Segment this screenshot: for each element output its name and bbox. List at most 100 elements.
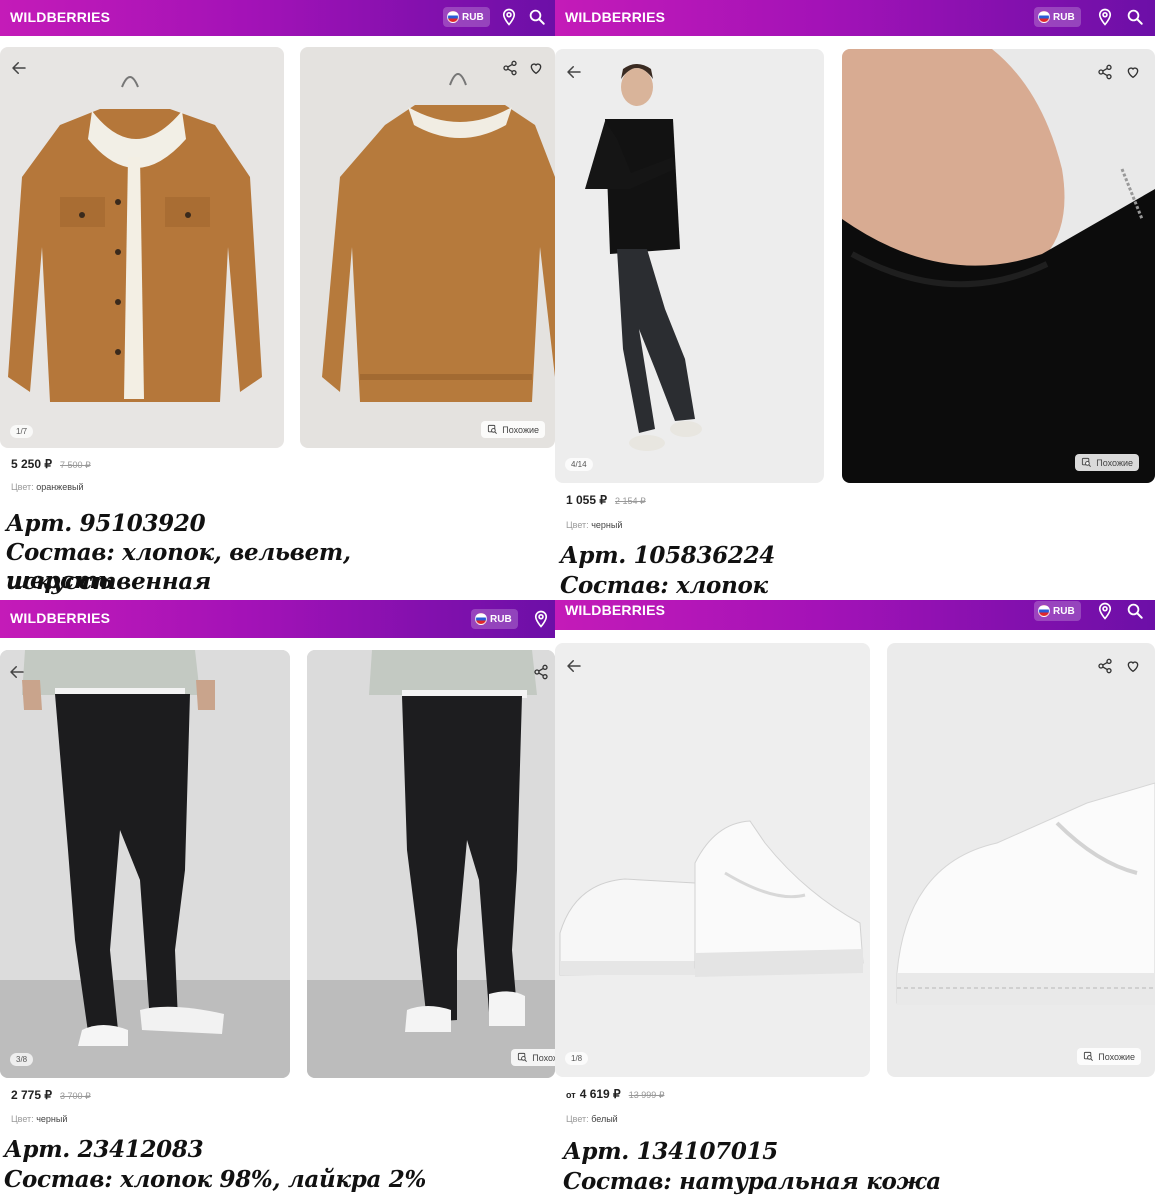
search-icon[interactable] xyxy=(1126,8,1144,26)
product-screenshot-sneakers: WILDBERRIES RUB 1/8 Похожие от 4 619 ₽ 1… xyxy=(555,600,1155,1200)
brand-logo[interactable]: WILDBERRIES xyxy=(565,9,665,25)
current-price: 1 055 ₽ xyxy=(566,493,607,507)
brand-logo[interactable]: WILDBERRIES xyxy=(565,602,665,618)
russian-flag-icon xyxy=(447,11,459,23)
app-header: WILDBERRIES RUB xyxy=(555,600,1155,630)
current-price: 4 619 ₽ xyxy=(579,1087,621,1101)
russian-flag-icon xyxy=(1038,605,1050,617)
location-pin-icon[interactable] xyxy=(1096,602,1114,620)
similar-label: Похожие xyxy=(532,1052,555,1063)
product-photo-secondary[interactable]: Похожие xyxy=(300,47,555,448)
similar-search-icon xyxy=(488,424,498,434)
similar-label: Похожие xyxy=(502,424,539,435)
currency-selector[interactable]: RUB xyxy=(1034,7,1081,27)
arrow-left-icon[interactable] xyxy=(8,663,26,681)
location-pin-icon[interactable] xyxy=(500,8,518,26)
search-icon[interactable] xyxy=(1126,602,1144,620)
location-pin-icon[interactable] xyxy=(532,610,550,628)
photo-pager: 1/7 xyxy=(10,425,34,438)
price-row: 1 055 ₽ 2 154 ₽ xyxy=(566,493,646,507)
similar-search-icon xyxy=(518,1052,528,1062)
currency-selector[interactable]: RUB xyxy=(443,7,490,27)
arrow-left-icon[interactable] xyxy=(10,59,28,77)
similar-search-icon xyxy=(1082,457,1092,467)
app-header: WILDBERRIES RUB xyxy=(0,600,555,638)
similar-search-icon xyxy=(1084,1051,1094,1061)
color-value: черный xyxy=(36,1114,68,1124)
similar-button[interactable]: Похожие xyxy=(1077,1048,1141,1065)
currency-label: RUB xyxy=(1053,605,1075,617)
old-price: 2 154 ₽ xyxy=(615,496,646,506)
product-photo-main[interactable]: 3/8 xyxy=(0,650,290,1078)
product-screenshot-jeans: WILDBERRIES RUB 3/8 Похо 2 775 ₽ 3 700 ₽… xyxy=(0,600,555,1200)
jeans-front-image xyxy=(0,650,290,1078)
composition-caption: Состав: хлопок 98%, лайкра 2% xyxy=(4,1166,427,1193)
old-price: 7 500 ₽ xyxy=(60,460,91,470)
similar-button[interactable]: Похожие xyxy=(481,421,545,438)
brand-logo[interactable]: WILDBERRIES xyxy=(10,610,110,626)
color-info: Цвет: черный xyxy=(11,1114,67,1124)
color-info: Цвет: оранжевый xyxy=(11,482,83,492)
color-value: оранжевый xyxy=(36,482,84,492)
heart-icon[interactable] xyxy=(1125,64,1141,80)
similar-button[interactable]: Похожие xyxy=(511,1049,555,1066)
sneaker-closeup-image xyxy=(896,782,1155,1005)
product-screenshot-sweater: WILDBERRIES RUB 4/14 Похожие 1 055 ₽ 2 1… xyxy=(555,0,1155,600)
similar-button[interactable]: Похожие xyxy=(1075,454,1139,471)
current-price: 2 775 ₽ xyxy=(11,1088,52,1102)
product-photo-main[interactable]: 1/7 xyxy=(0,47,284,448)
price-from-label: от xyxy=(566,1090,576,1100)
similar-label: Похожие xyxy=(1098,1051,1135,1062)
product-photo-main[interactable]: 4/14 xyxy=(555,49,824,483)
brand-logo[interactable]: WILDBERRIES xyxy=(10,9,110,25)
composition-caption: Состав: натуральная кожа xyxy=(563,1168,941,1195)
old-price: 3 700 ₽ xyxy=(60,1091,91,1101)
photo-pager: 1/8 xyxy=(565,1052,589,1065)
product-photo-secondary[interactable]: Похожие xyxy=(887,643,1155,1077)
product-photo-main[interactable]: 1/8 xyxy=(555,643,870,1077)
share-icon[interactable] xyxy=(533,664,549,680)
location-pin-icon[interactable] xyxy=(1096,8,1114,26)
article-caption: Арт. 95103920 xyxy=(6,510,206,537)
arrow-left-icon[interactable] xyxy=(565,657,583,675)
jacket-back-image xyxy=(322,73,555,402)
product-photo-secondary[interactable]: Похожие xyxy=(307,650,555,1078)
photo-pager: 4/14 xyxy=(565,458,593,471)
product-screenshot-jacket: WILDBERRIES RUB 1/7 Похожие 5 250 ₽ 7 50… xyxy=(0,0,555,600)
app-header: WILDBERRIES RUB xyxy=(555,0,1155,36)
currency-label: RUB xyxy=(490,613,512,625)
product-photo-secondary[interactable]: Похожие xyxy=(842,49,1155,483)
russian-flag-icon xyxy=(475,613,487,625)
old-price: 13 999 ₽ xyxy=(628,1090,665,1100)
color-label: Цвет: xyxy=(566,520,589,530)
photo-pager: 3/8 xyxy=(10,1053,34,1066)
color-label: Цвет: xyxy=(11,482,34,492)
jacket-front-image xyxy=(8,76,262,402)
arrow-left-icon[interactable] xyxy=(565,63,583,81)
share-icon[interactable] xyxy=(1097,64,1113,80)
heart-icon[interactable] xyxy=(528,60,544,76)
composition-caption: Состав: хлопок xyxy=(560,572,768,599)
similar-label: Похожие xyxy=(1096,457,1133,468)
russian-flag-icon xyxy=(1038,11,1050,23)
article-caption: Арт. 134107015 xyxy=(563,1138,778,1165)
app-header: WILDBERRIES RUB xyxy=(0,0,555,36)
color-info: Цвет: черный xyxy=(566,520,622,530)
color-label: Цвет: xyxy=(566,1114,589,1124)
color-value: черный xyxy=(591,520,623,530)
price-row: 2 775 ₽ 3 700 ₽ xyxy=(11,1088,91,1102)
share-icon[interactable] xyxy=(1097,658,1113,674)
price-row: от 4 619 ₽ 13 999 ₽ xyxy=(566,1087,664,1101)
color-label: Цвет: xyxy=(11,1114,34,1124)
currency-selector[interactable]: RUB xyxy=(1034,601,1081,621)
current-price: 5 250 ₽ xyxy=(11,457,52,471)
article-caption: Арт. 23412083 xyxy=(4,1136,204,1163)
sneakers-pair-image xyxy=(559,820,864,977)
price-row: 5 250 ₽ 7 500 ₽ xyxy=(11,457,91,471)
heart-icon[interactable] xyxy=(1125,658,1141,674)
currency-selector[interactable]: RUB xyxy=(471,609,518,629)
share-icon[interactable] xyxy=(502,60,518,76)
composition-caption-cont: шерсть xyxy=(6,567,113,594)
color-value: белый xyxy=(591,1114,618,1124)
search-icon[interactable] xyxy=(528,8,546,26)
